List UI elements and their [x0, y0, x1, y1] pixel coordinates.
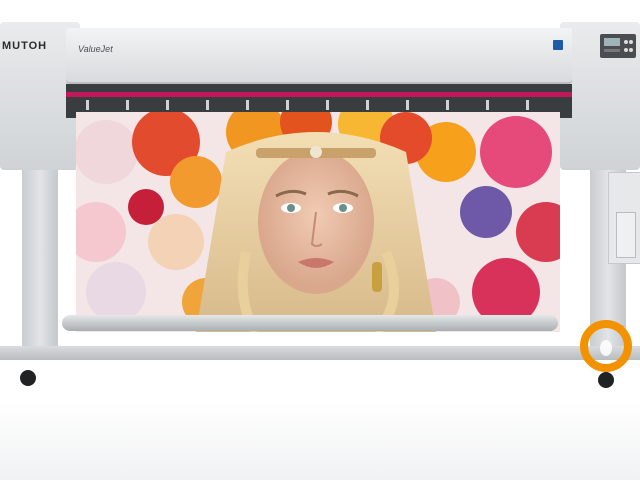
printer-left-leg: [22, 170, 58, 356]
printer-badge: [553, 40, 563, 50]
printed-banner-portrait: [76, 112, 560, 332]
ink-bottle: [616, 212, 636, 258]
printer-brand-label: MUTOH: [2, 40, 48, 52]
magenta-accent-strip: [66, 92, 572, 97]
printer-base-bar: [0, 346, 640, 360]
control-panel-icon: [600, 34, 636, 58]
caster-wheel-left: [20, 370, 36, 386]
printer-model-label: ValueJet: [78, 44, 113, 54]
studio-floor: [0, 400, 640, 480]
printer-top-cover: [66, 28, 572, 84]
orange-circle-logo-icon: [578, 316, 634, 372]
media-take-up-roll: [62, 315, 558, 331]
caster-wheel-right: [598, 372, 614, 388]
